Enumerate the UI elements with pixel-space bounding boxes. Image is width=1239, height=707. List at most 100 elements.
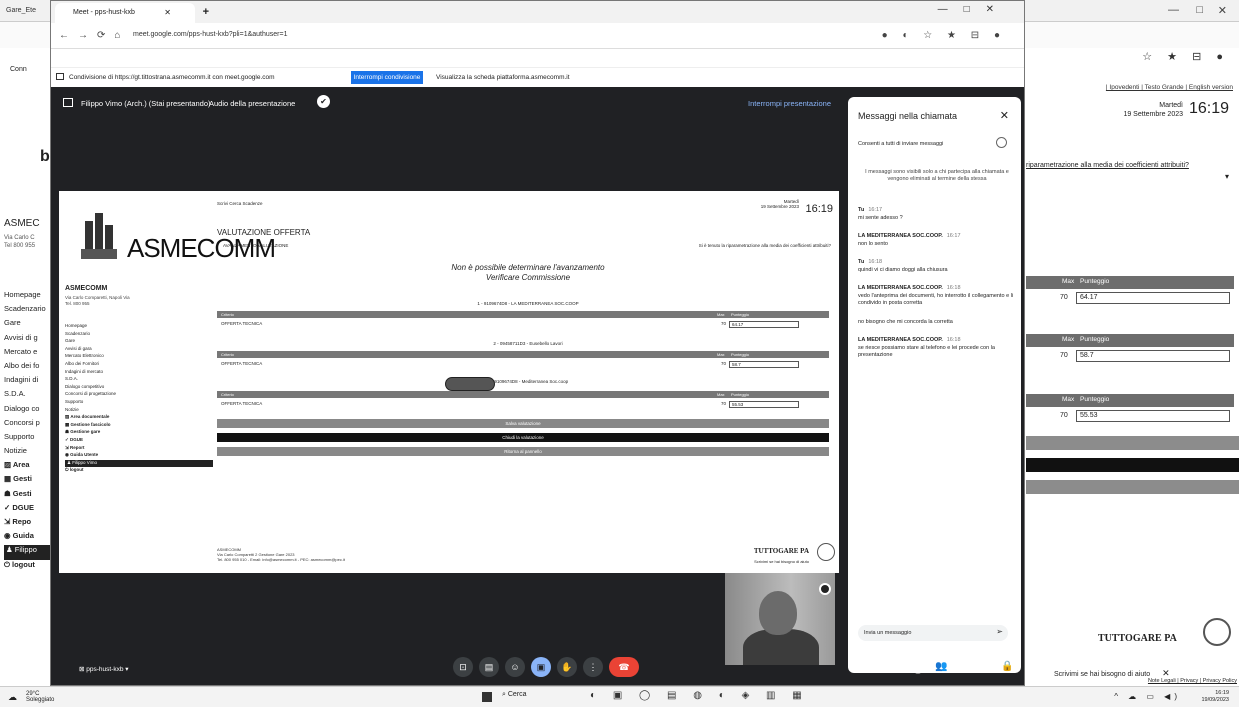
chat-message-header: LA MEDITERRANEA SOC.COOP. 16:18	[858, 337, 1018, 345]
chat-text: no bisogno che mi concorda la corretta	[858, 319, 953, 325]
stop-presenting-button[interactable]: Interrompi presentazione	[748, 99, 831, 108]
taskbar-search[interactable]: ⌕ Cerca	[502, 691, 527, 699]
shared-top-icons[interactable]: Scrivi Cerca Scadenze	[217, 201, 263, 206]
meeting-code-text: pps-hust-kxb	[86, 666, 124, 673]
shared-nav-item[interactable]: ✓ DGUE	[65, 437, 213, 445]
chat-notice: I messaggi sono visibili solo a chi part…	[865, 169, 1009, 182]
shared-nav-item[interactable]: Concorsi di progettazione	[65, 391, 213, 399]
extension-icons[interactable]: ● ◐ ☆ ★ ⊟ ●	[882, 30, 1006, 41]
score-field[interactable]: 58.7	[729, 361, 799, 368]
chat-title: Messaggi nella chiamata	[858, 111, 958, 121]
more-options-icon[interactable]: ⋮	[583, 657, 603, 677]
return-panel-bar[interactable]: Ritorna al pannello	[217, 447, 829, 456]
raise-hand-icon[interactable]: ✋	[557, 657, 577, 677]
shared-nav-item[interactable]: Dialogo competitivo	[65, 384, 213, 392]
chat-input[interactable]: Invia un messaggio	[858, 625, 1008, 641]
score-field[interactable]: 64.17	[729, 321, 799, 328]
activities-icon[interactable]: △	[979, 661, 987, 672]
lot-title: 3 - 9109674D8 - Mediterranea Soc.coop	[487, 379, 569, 384]
shared-nav-item[interactable]: ⇲ Report	[65, 445, 213, 453]
address-bar[interactable]: meet.google.com/pps-hust-kxb?pli=1&authu…	[133, 31, 287, 38]
floating-presentation-controls[interactable]	[445, 377, 495, 391]
close-icon[interactable]: ✕	[1000, 109, 1009, 122]
background-return-bar[interactable]	[1026, 480, 1239, 494]
tuttogare-logo: TUTTOGARE PA	[1098, 633, 1177, 644]
present-icon[interactable]: ▣	[531, 657, 551, 677]
shared-nav-item[interactable]: ☗ Gestione gare	[65, 429, 213, 437]
row-label: OFFERTA TECNICA	[221, 321, 263, 326]
stop-sharing-button[interactable]: Interrompi condivisione	[351, 71, 423, 84]
self-view-tile[interactable]	[725, 573, 835, 665]
send-icon[interactable]: ➢	[996, 627, 1003, 636]
background-tab[interactable]: Gare_Ete	[4, 3, 44, 20]
score-field[interactable]: 55.53	[729, 401, 799, 408]
background-save-bar[interactable]	[1026, 436, 1239, 450]
chat-icon[interactable]: ✉	[957, 661, 965, 672]
background-org-address: Via Carlo C Tel 800 955	[4, 235, 36, 249]
shared-nav-item[interactable]: Homepage	[65, 323, 213, 331]
language-links[interactable]: | Ipovedenti | Testo Grande | English ve…	[1106, 84, 1233, 91]
taskbar-apps[interactable]: ◐ ▣ ◯ ▤ ◍ ◐ ◈ ▥ ▦	[590, 690, 809, 701]
lot-row: OFFERTA TECNICA 70 55.53	[217, 401, 829, 408]
people-icon[interactable]: 👥	[935, 661, 947, 672]
pin-icon[interactable]	[819, 583, 831, 595]
presentation-audio-label: Audio della presentazione	[209, 99, 296, 108]
end-call-icon[interactable]: ☎	[609, 657, 639, 677]
emoji-icon[interactable]: ☺	[505, 657, 525, 677]
close-evaluation-bar[interactable]: Chiudi la valutazione	[217, 433, 829, 442]
background-extension-icons[interactable]: ☆ ★ ⊟ ●	[1142, 50, 1229, 63]
shared-nav-item[interactable]: Avvisi di gara	[65, 346, 213, 354]
taskbar-clock[interactable]: 16:19 19/09/2023	[1201, 690, 1229, 704]
allow-messages-label: Consenti a tutti di inviare messaggi	[858, 141, 944, 147]
score-field[interactable]: 55.53	[1076, 410, 1230, 422]
save-evaluation-bar[interactable]: Salva valutazione	[217, 419, 829, 428]
meet-tab-title: Meet - pps-hust-kxb	[73, 9, 135, 16]
check-icon[interactable]: ✔	[317, 95, 330, 108]
score-field[interactable]: 64.17	[1076, 292, 1230, 304]
shared-nav-item[interactable]: Gare	[65, 338, 213, 346]
meet-tab[interactable]: Meet - pps-hust-kxb ✕ +	[55, 3, 209, 23]
weather-widget[interactable]: 29°C Soleggiato	[26, 691, 54, 703]
chat-message: LA MEDITERRANEA SOC.COOP. 16:18 se riesce …	[858, 337, 1018, 360]
switch-tab-link[interactable]: Visualizza la scheda piattaforma.asmecom…	[436, 74, 570, 81]
meet-window-controls[interactable]: —□✕	[938, 4, 1010, 15]
shared-nav-item[interactable]: Scadenzario	[65, 331, 213, 339]
shared-nav-item[interactable]: S.D.A.	[65, 376, 213, 384]
minimize-icon[interactable]: —	[1168, 4, 1179, 16]
shared-nav-item[interactable]: Albo dei Fornitori	[65, 361, 213, 369]
allow-messages-toggle[interactable]	[996, 137, 1007, 148]
close-icon[interactable]: ✕	[1162, 668, 1170, 678]
chevron-down-icon[interactable]: ▾	[1225, 172, 1229, 181]
host-controls-icon[interactable]: 🔒	[1001, 661, 1013, 672]
system-tray[interactable]: ^ ☁ ▭ ◀)	[1114, 692, 1181, 701]
shared-nav-item[interactable]: Indagini di mercato	[65, 369, 213, 377]
chat-message-header: LA MEDITERRANEA SOC.COOP. 16:17	[858, 233, 1018, 241]
shared-nav-item[interactable]: ⏻ logout	[65, 467, 213, 475]
close-window-icon[interactable]: ✕	[1218, 4, 1227, 17]
meet-titlebar: Meet - pps-hust-kxb ✕ + —□✕	[51, 1, 1024, 23]
meet-window: Meet - pps-hust-kxb ✕ + —□✕ ←→⟳⌂ meet.go…	[50, 0, 1025, 686]
shared-nav-item[interactable]: ◉ Guida Utente	[65, 452, 213, 460]
shared-nav-item[interactable]: Supporto	[65, 399, 213, 407]
maximize-icon[interactable]: □	[1196, 4, 1203, 16]
shared-nav-item[interactable]: Notizie	[65, 407, 213, 415]
chat-message-header: Tu 16:17	[858, 207, 1018, 215]
captions-icon[interactable]: ⊡	[453, 657, 473, 677]
privacy-links[interactable]: Note Legali | Privacy | Privacy Policy	[1148, 678, 1237, 684]
start-icon[interactable]	[482, 692, 492, 702]
shared-nav-item[interactable]: ▨ Area documentale	[65, 414, 213, 422]
nav-buttons[interactable]: ←→⟳⌂	[59, 30, 129, 41]
shared-org-address: Via Carlo Comparetti, Napoli Via Tel. 80…	[65, 295, 130, 306]
chevron-down-icon[interactable]: ▾	[123, 666, 128, 673]
new-tab-icon[interactable]: +	[203, 6, 209, 18]
weather-desc: Soleggiato	[26, 697, 55, 703]
close-tab-icon[interactable]: ✕	[164, 8, 171, 17]
help-text: Scrivimi se hai bisogno di aiuto	[1054, 671, 1151, 678]
info-icon[interactable]: ⓘ	[913, 661, 923, 676]
shared-nav-item[interactable]: Mercato Elettronico	[65, 353, 213, 361]
background-close-bar[interactable]	[1026, 458, 1239, 472]
subtitles-icon[interactable]: ▤	[479, 657, 499, 677]
score-field[interactable]: 58.7	[1076, 350, 1230, 362]
shared-nav-item[interactable]: ▦ Gestione fascicolo	[65, 422, 213, 430]
shared-nav-item[interactable]: ♟ Filippo Vimo	[65, 459, 213, 468]
